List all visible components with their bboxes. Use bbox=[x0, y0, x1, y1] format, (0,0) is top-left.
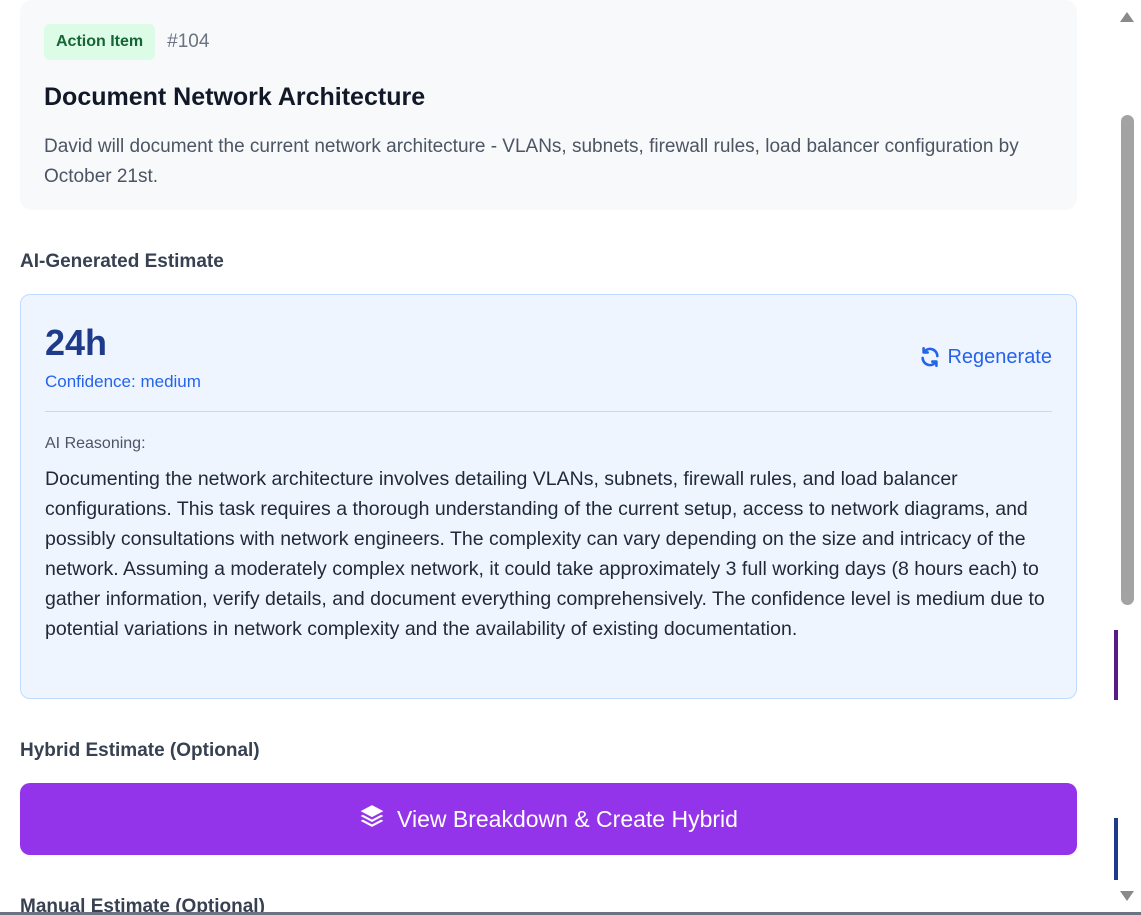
background-accent bbox=[1114, 630, 1118, 700]
modal-page: Action Item #104 Document Network Archit… bbox=[0, 0, 1141, 915]
background-accent bbox=[1114, 818, 1118, 880]
scroll-up-arrow-icon[interactable] bbox=[1120, 12, 1134, 22]
item-description: David will document the current network … bbox=[44, 136, 1019, 187]
ai-estimate-heading: AI-Generated Estimate bbox=[20, 251, 224, 272]
vertical-scrollbar[interactable] bbox=[1114, 0, 1141, 915]
refresh-icon bbox=[919, 346, 941, 368]
reasoning-text: Documenting the network architecture inv… bbox=[45, 468, 1045, 640]
item-title: Document Network Architecture bbox=[44, 83, 426, 111]
item-meta: Action Item #104 bbox=[44, 24, 1053, 60]
item-id: #104 bbox=[167, 31, 210, 52]
layers-icon bbox=[359, 803, 385, 835]
ai-estimate-card: 24h Confidence: medium Regenerate AI Rea… bbox=[20, 294, 1077, 699]
scroll-down-arrow-icon[interactable] bbox=[1120, 891, 1134, 901]
confidence-level: Confidence: medium bbox=[45, 372, 201, 391]
regenerate-label: Regenerate bbox=[947, 345, 1052, 368]
estimate-value: 24h bbox=[45, 322, 108, 363]
regenerate-button[interactable]: Regenerate bbox=[919, 346, 1052, 369]
modal-content: Action Item #104 Document Network Archit… bbox=[20, 0, 1077, 915]
view-breakdown-create-hybrid-button[interactable]: View Breakdown & Create Hybrid bbox=[20, 783, 1077, 855]
hybrid-button-label: View Breakdown & Create Hybrid bbox=[397, 805, 738, 832]
action-item-card: Action Item #104 Document Network Archit… bbox=[20, 0, 1077, 210]
item-type-badge: Action Item bbox=[44, 24, 156, 60]
ai-estimate-summary: 24h Confidence: medium Regenerate bbox=[45, 321, 1052, 412]
scrollbar-thumb[interactable] bbox=[1121, 115, 1134, 605]
hybrid-estimate-heading: Hybrid Estimate (Optional) bbox=[20, 740, 260, 761]
reasoning-label: AI Reasoning: bbox=[45, 435, 146, 452]
estimate-block: 24h Confidence: medium bbox=[45, 321, 201, 393]
